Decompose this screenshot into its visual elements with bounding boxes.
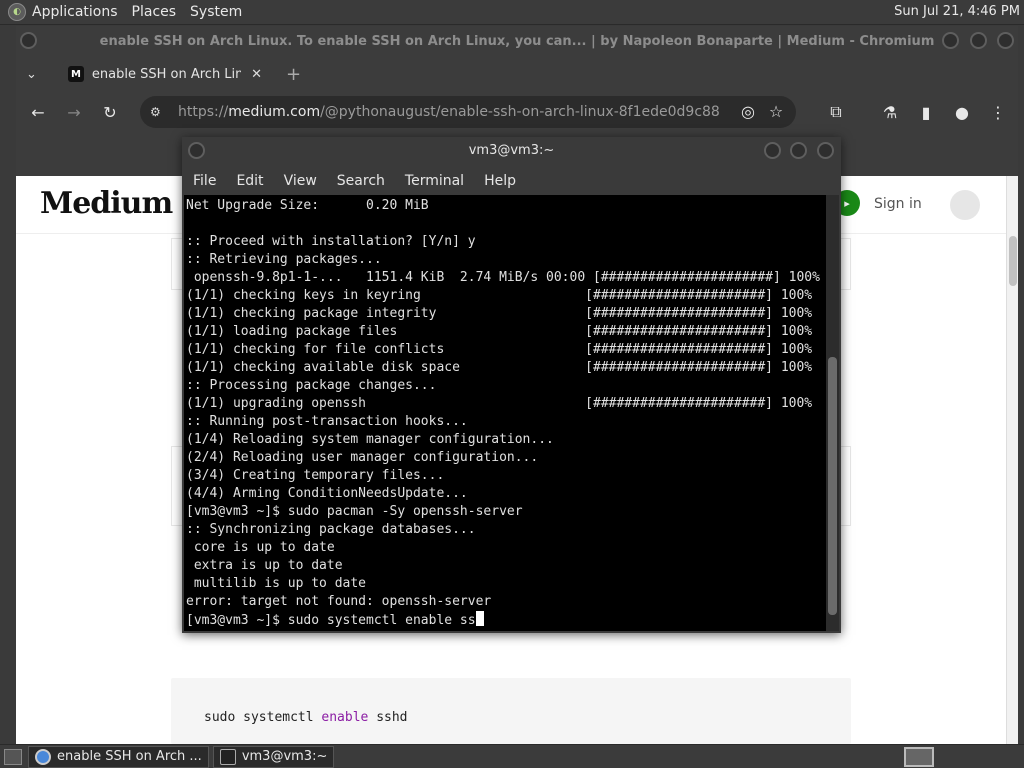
side-panel-icon[interactable]: ▮ xyxy=(912,103,940,122)
forward-arrow-icon[interactable]: → xyxy=(60,103,88,122)
browser-window-title: enable SSH on Arch Linux. To enable SSH … xyxy=(99,33,935,49)
terminal-title: vm3@vm3:~ xyxy=(468,143,555,158)
workspace-switcher[interactable] xyxy=(904,747,934,767)
terminal-menu-search[interactable]: Search xyxy=(337,173,385,189)
terminal-line: extra is up to date xyxy=(186,558,343,573)
terminal-menu-file[interactable]: File xyxy=(193,173,216,189)
code-arg: sshd xyxy=(368,710,408,725)
top-panel: ◐ Applications Places System Sun Jul 21,… xyxy=(0,0,1024,25)
menu-system[interactable]: System xyxy=(190,4,242,20)
terminal-prompt-text: [vm3@vm3 ~]$ sudo systemctl enable ss xyxy=(186,613,476,628)
reload-icon[interactable]: ↻ xyxy=(96,103,124,122)
code-line: sudo systemctl enable sshd xyxy=(204,710,408,725)
new-tab-plus-icon[interactable]: + xyxy=(286,64,301,85)
tab-close-icon[interactable]: ✕ xyxy=(251,67,262,82)
taskbar-item-label: vm3@vm3:~ xyxy=(241,749,328,764)
page-scrollbar[interactable] xyxy=(1006,176,1018,744)
terminal-titlebar[interactable]: vm3@vm3:~ xyxy=(182,137,841,167)
terminal-menu-help[interactable]: Help xyxy=(484,173,516,189)
url-host: medium.com xyxy=(228,104,321,120)
terminal-line: [vm3@vm3 ~]$ sudo pacman -Sy openssh-ser… xyxy=(186,504,523,519)
code-block: sudo systemctl enable sshd xyxy=(171,678,851,744)
tab-search-chevron-icon[interactable]: ⌄ xyxy=(26,67,50,82)
address-bar[interactable]: ⚙ https://medium.com/@pythonaugust/enabl… xyxy=(140,96,796,128)
terminal-prompt-line[interactable]: [vm3@vm3 ~]$ sudo systemctl enable ss xyxy=(186,611,824,629)
url-path: /@pythonaugust/enable-ssh-on-arch-linux-… xyxy=(320,104,720,120)
terminal-window-menu-button[interactable] xyxy=(188,142,205,159)
terminal-line: :: Proceed with installation? [Y/n] y xyxy=(186,234,476,249)
terminal-line: (1/1) checking keys in keyring [########… xyxy=(186,288,813,303)
eye-slash-icon[interactable]: ◎ xyxy=(734,102,762,121)
tab-title: enable SSH on Arch Linux. To xyxy=(91,66,242,82)
terminal-line: (1/1) checking available disk space [###… xyxy=(186,360,813,375)
bookmark-star-icon[interactable]: ☆ xyxy=(762,102,790,121)
terminal-line: :: Processing package changes... xyxy=(186,378,437,393)
browser-titlebar[interactable]: enable SSH on Arch Linux. To enable SSH … xyxy=(16,26,1018,56)
minimize-button[interactable] xyxy=(942,32,959,49)
show-desktop-icon[interactable] xyxy=(4,748,22,765)
chromium-icon xyxy=(35,748,51,765)
menu-applications[interactable]: Applications xyxy=(32,4,118,20)
terminal-line: :: Synchronizing package databases... xyxy=(186,522,476,537)
window-menu-button[interactable] xyxy=(20,32,37,49)
close-button[interactable] xyxy=(997,32,1014,49)
menu-places[interactable]: Places xyxy=(132,4,177,20)
taskbar-item-terminal[interactable]: vm3@vm3:~ xyxy=(212,745,335,768)
page-scrollbar-thumb[interactable] xyxy=(1009,236,1017,286)
terminal-line: (1/1) checking for file conflicts [#####… xyxy=(186,342,813,357)
terminal-line: error: target not found: openssh-server xyxy=(186,594,492,609)
site-info-icon[interactable]: ⚙ xyxy=(150,105,170,119)
maximize-button[interactable] xyxy=(970,32,987,49)
tab-strip: ⌄ M enable SSH on Arch Linux. To ✕ + xyxy=(16,56,1018,92)
profile-icon[interactable]: ● xyxy=(948,103,976,122)
terminal-icon xyxy=(219,748,236,765)
code-cmd: sudo systemctl xyxy=(204,710,322,725)
terminal-maximize-button[interactable] xyxy=(790,142,807,159)
terminal-line: (1/1) checking package integrity [######… xyxy=(186,306,813,321)
kebab-menu-icon[interactable]: ⋮ xyxy=(984,103,1012,122)
code-keyword: enable xyxy=(321,710,369,725)
browser-toolbar: ← → ↻ ⚙ https://medium.com/@pythonaugust… xyxy=(16,92,1018,132)
terminal-line: Net Upgrade Size: 0.20 MiB xyxy=(186,198,429,213)
terminal-line: (1/4) Reloading system manager configura… xyxy=(186,432,554,447)
medium-favicon-icon: M xyxy=(68,66,84,82)
terminal-line: (2/4) Reloading user manager configurati… xyxy=(186,450,539,465)
clock[interactable]: Sun Jul 21, 4:46 PM xyxy=(894,4,1020,19)
terminal-line: openssh-9.8p1-1-... 1151.4 KiB 2.74 MiB/… xyxy=(186,270,820,285)
terminal-minimize-button[interactable] xyxy=(764,142,781,159)
taskbar-item-chromium[interactable]: enable SSH on Arch ... xyxy=(28,745,209,768)
omnibox-actions: ◎ ☆ xyxy=(734,102,790,121)
terminal-line: (1/1) loading package files [###########… xyxy=(186,324,813,339)
terminal-scrollbar[interactable] xyxy=(826,195,839,631)
back-arrow-icon[interactable]: ← xyxy=(24,103,52,122)
tab-active[interactable]: M enable SSH on Arch Linux. To ✕ xyxy=(62,59,268,89)
terminal-scrollbar-thumb[interactable] xyxy=(828,357,837,615)
url-scheme: https:// xyxy=(178,104,229,120)
terminal-window: vm3@vm3:~ File Edit View Search Terminal… xyxy=(182,137,841,633)
terminal-cursor xyxy=(475,611,484,626)
terminal-line: :: Retrieving packages... xyxy=(186,252,382,267)
terminal-line: (1/1) upgrading openssh [###############… xyxy=(186,396,813,411)
terminal-line: core is up to date xyxy=(186,540,335,555)
medium-logo[interactable]: Medium xyxy=(40,186,173,221)
avatar[interactable] xyxy=(950,190,980,220)
terminal-menu-terminal[interactable]: Terminal xyxy=(405,173,464,189)
terminal-menu-view[interactable]: View xyxy=(284,173,317,189)
bottom-panel: enable SSH on Arch ... vm3@vm3:~ xyxy=(0,744,1024,768)
terminal-close-button[interactable] xyxy=(817,142,834,159)
terminal-line: (3/4) Creating temporary files... xyxy=(186,468,445,483)
terminal-line: (4/4) Arming ConditionNeedsUpdate... xyxy=(186,486,468,501)
terminal-line: :: Running post-transaction hooks... xyxy=(186,414,468,429)
terminal-line: multilib is up to date xyxy=(186,576,367,591)
labs-flask-icon[interactable]: ⚗ xyxy=(876,103,904,122)
terminal-output[interactable]: Net Upgrade Size: 0.20 MiB :: Proceed wi… xyxy=(184,195,826,631)
sign-in-link[interactable]: Sign in xyxy=(874,196,922,212)
terminal-menu-edit[interactable]: Edit xyxy=(236,173,263,189)
taskbar-item-label: enable SSH on Arch ... xyxy=(57,749,202,764)
terminal-menubar: File Edit View Search Terminal Help xyxy=(182,167,841,195)
extensions-icon[interactable]: ⧉ xyxy=(822,102,850,122)
url-text[interactable]: https://medium.com/@pythonaugust/enable-… xyxy=(178,104,720,120)
distro-logo-icon[interactable]: ◐ xyxy=(8,3,26,21)
